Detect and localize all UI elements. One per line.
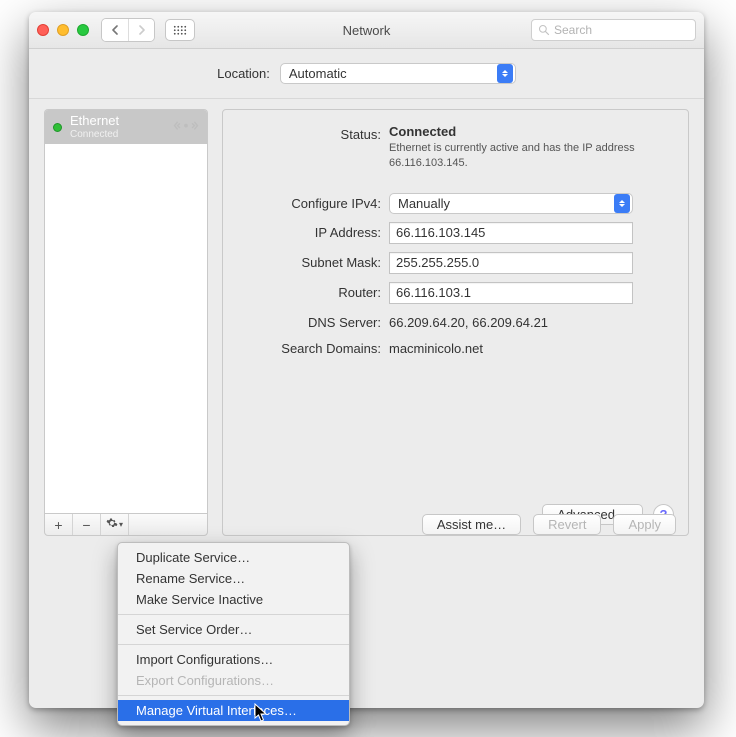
- service-item-ethernet[interactable]: Ethernet Connected: [45, 110, 207, 144]
- location-row: Location: Automatic: [29, 49, 704, 99]
- cursor-icon: [254, 703, 270, 723]
- router-label: Router:: [223, 282, 389, 300]
- ip-label: IP Address:: [223, 222, 389, 240]
- apply-button[interactable]: Apply: [613, 514, 676, 535]
- back-button[interactable]: [102, 19, 128, 41]
- network-preferences-window: Network Search Location: Automatic Ether…: [29, 12, 704, 708]
- configure-value: Manually: [398, 196, 450, 211]
- menu-rename-service[interactable]: Rename Service…: [118, 568, 349, 589]
- minimize-button[interactable]: [57, 24, 69, 36]
- location-label: Location:: [217, 66, 270, 81]
- menu-export-config: Export Configurations…: [118, 670, 349, 691]
- status-description: Ethernet is currently active and has the…: [389, 141, 670, 171]
- revert-button[interactable]: Revert: [533, 514, 601, 535]
- service-list[interactable]: Ethernet Connected: [44, 109, 208, 513]
- ip-address-input[interactable]: 66.116.103.145: [389, 222, 633, 244]
- close-button[interactable]: [37, 24, 49, 36]
- mask-label: Subnet Mask:: [223, 252, 389, 270]
- search-domains-label: Search Domains:: [223, 338, 389, 356]
- dns-value: 66.209.64.20, 66.209.64.21: [389, 312, 670, 330]
- assist-me-button[interactable]: Assist me…: [422, 514, 521, 535]
- remove-service-button[interactable]: −: [73, 514, 101, 535]
- router-input[interactable]: 66.116.103.1: [389, 282, 633, 304]
- status-dot-icon: [53, 123, 62, 132]
- menu-duplicate-service[interactable]: Duplicate Service…: [118, 547, 349, 568]
- status-label: Status:: [223, 124, 389, 142]
- window-controls: [37, 24, 89, 36]
- menu-set-order[interactable]: Set Service Order…: [118, 619, 349, 640]
- nav-group: [101, 18, 155, 42]
- dns-label: DNS Server:: [223, 312, 389, 330]
- menu-make-inactive[interactable]: Make Service Inactive: [118, 589, 349, 610]
- dropdown-cap-icon: [614, 194, 630, 213]
- service-status: Connected: [70, 129, 119, 140]
- configure-ipv4-select[interactable]: Manually: [389, 193, 633, 214]
- service-actions-menu: Duplicate Service… Rename Service… Make …: [117, 542, 350, 726]
- subnet-mask-input[interactable]: 255.255.255.0: [389, 252, 633, 274]
- sidebar-column: Ethernet Connected + −: [44, 109, 208, 536]
- status-value: Connected: [389, 124, 670, 139]
- service-name: Ethernet: [70, 114, 119, 128]
- service-actions-button[interactable]: ▾: [101, 514, 129, 535]
- location-select[interactable]: Automatic: [280, 63, 516, 84]
- zoom-button[interactable]: [77, 24, 89, 36]
- search-field[interactable]: Search: [531, 19, 696, 41]
- search-icon: [538, 24, 550, 36]
- sidebar-toolbar: + − ▾: [44, 513, 208, 536]
- titlebar: Network Search: [29, 12, 704, 49]
- ethernet-icon: [173, 118, 199, 136]
- show-all-button[interactable]: [165, 19, 195, 41]
- configure-label: Configure IPv4:: [223, 193, 389, 211]
- detail-panel: Status: Connected Ethernet is currently …: [222, 109, 689, 536]
- menu-separator: [118, 644, 349, 645]
- search-placeholder: Search: [554, 23, 592, 37]
- menu-manage-virtual-interfaces[interactable]: Manage Virtual Interfaces…: [118, 700, 349, 721]
- menu-import-config[interactable]: Import Configurations…: [118, 649, 349, 670]
- menu-separator: [118, 695, 349, 696]
- forward-button[interactable]: [128, 19, 154, 41]
- chevron-down-icon: ▾: [119, 520, 123, 529]
- footer-buttons: Assist me… Revert Apply: [422, 514, 676, 535]
- body: Ethernet Connected + −: [29, 99, 704, 551]
- menu-separator: [118, 614, 349, 615]
- dropdown-cap-icon: [497, 64, 513, 83]
- grid-icon: [173, 25, 187, 35]
- gear-icon: [106, 517, 118, 532]
- location-value: Automatic: [289, 66, 347, 81]
- add-service-button[interactable]: +: [45, 514, 73, 535]
- search-domains-value: macminicolo.net: [389, 338, 670, 356]
